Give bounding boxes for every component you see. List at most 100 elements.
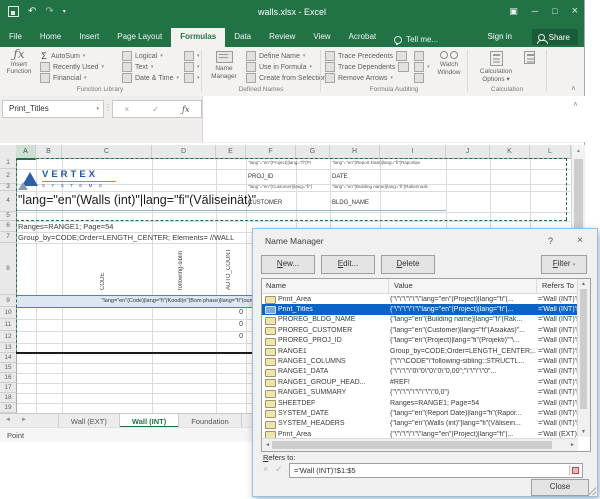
ribbon-tab-review[interactable]: Review: [260, 28, 304, 47]
row-header-14[interactable]: 14: [0, 353, 17, 363]
row-header-16[interactable]: 16: [0, 373, 17, 383]
expand-formula-bar-icon[interactable]: ∧: [573, 100, 578, 108]
row-header-13[interactable]: 13: [0, 343, 17, 353]
name-row-system-headers[interactable]: SYSTEM_HEADERS {"lang="en"(Walls (int)"|l…: [262, 419, 578, 429]
range-select-icon[interactable]: [569, 465, 581, 475]
sheet-next-icon[interactable]: ►: [16, 414, 32, 428]
row-header-15[interactable]: 15: [0, 363, 17, 373]
row-header-4[interactable]: 4: [0, 191, 17, 212]
lookup-reference-button[interactable]: ▾: [184, 51, 200, 61]
column-header-G[interactable]: G: [296, 145, 330, 159]
list-scroll-down-icon[interactable]: ▼: [578, 429, 589, 435]
cell-E11[interactable]: 0: [216, 321, 243, 328]
error-checking-button[interactable]: ▾: [414, 62, 430, 72]
ribbon-use-in-formula-button[interactable]: Use in Formula ▾: [246, 62, 327, 72]
select-all-corner[interactable]: [0, 145, 17, 159]
row-header-5[interactable]: 5: [0, 212, 17, 221]
edit-button[interactable]: Edit...: [321, 255, 375, 274]
sheet-tab-wall-int-[interactable]: Wall (INT): [119, 414, 180, 428]
column-header-F[interactable]: F: [246, 145, 296, 159]
list-scroll-up-icon[interactable]: ▲: [578, 281, 589, 287]
name-row-range1-group-head-[interactable]: RANGE1_GROUP_HEAD...#REF!='Wall (INT)'!#…: [262, 377, 578, 388]
row-header-6[interactable]: 6: [0, 221, 17, 232]
ribbon-tab-view[interactable]: View: [304, 28, 339, 47]
cell-A7[interactable]: Group_by=CODE;Order=LENGTH_CENTER; Eleme…: [18, 233, 234, 242]
cell-E10[interactable]: 0: [216, 309, 243, 316]
sheet-prev-icon[interactable]: ◄: [0, 414, 16, 428]
cancel-entry-icon[interactable]: ×: [125, 105, 130, 114]
column-header-H[interactable]: H: [330, 145, 380, 159]
refers-to-input[interactable]: ='Wall (INT)'!$1:$5: [289, 463, 583, 478]
row-header-8[interactable]: 8: [0, 243, 17, 295]
name-row-sheetdef[interactable]: SHEETDEF Ranges=RANGE1; Page=54 ='Wall (IN…: [262, 398, 578, 408]
cell-D8-vertical[interactable]: following-siblin: [178, 246, 184, 290]
ribbon-financial-button[interactable]: Financial ▾: [40, 73, 104, 83]
ribbon-tab-file[interactable]: File: [0, 28, 31, 47]
name-box[interactable]: Print_Titles ▾: [2, 100, 104, 118]
list-scroll-left-icon[interactable]: ◄: [265, 442, 270, 448]
formula-input[interactable]: [202, 96, 585, 142]
name-row-print-area[interactable]: Print_Area {"\"\"\"\"\"\"lang="en"(Projec…: [262, 294, 578, 304]
cell-F3[interactable]: "lang"="en"(Customer)|lang="fi"(: [248, 184, 329, 189]
name-row-range1[interactable]: RANGE1 Group_by=CODE;Order=LENGTH_CENTER;…: [262, 346, 578, 356]
filter-button[interactable]: Filter ▾: [541, 255, 587, 274]
name-row-range1-summary[interactable]: RANGE1_SUMMARY {"\"\"\"\"\"\"\"\"\"0,0"} =…: [262, 388, 578, 398]
row-header-2[interactable]: 2: [0, 169, 17, 184]
evaluate-formula-button[interactable]: [414, 73, 430, 83]
ribbon-tab-insert[interactable]: Insert: [70, 28, 108, 47]
ribbon-tab-page-layout[interactable]: Page Layout: [108, 28, 171, 47]
row-header-17[interactable]: 17: [0, 383, 17, 393]
dialog-title-bar[interactable]: Name Manager: [253, 229, 597, 251]
column-header-D[interactable]: D: [152, 145, 216, 159]
show-formulas-button[interactable]: [414, 51, 430, 61]
row-header-19[interactable]: 19: [0, 403, 17, 413]
more-functions-button[interactable]: ▾: [184, 73, 200, 83]
row-header-10[interactable]: 10: [0, 307, 17, 319]
column-header-L[interactable]: L: [530, 145, 571, 159]
ribbon-create-from-selection-button[interactable]: Create from Selection: [246, 73, 327, 83]
column-value[interactable]: Value: [394, 281, 413, 290]
ribbon-date-time-button[interactable]: Date & Time ▾: [122, 73, 179, 83]
tell-me-box[interactable]: Tell me...: [385, 28, 447, 47]
row-header-1[interactable]: 1: [0, 158, 17, 169]
ribbon-tab-data[interactable]: Data: [225, 28, 260, 47]
column-header-K[interactable]: K: [490, 145, 530, 159]
ribbon-remove-arrows-button[interactable]: Remove Arrows ▾: [325, 73, 409, 83]
column-refers-to[interactable]: Refers To: [542, 281, 574, 290]
cell-F4[interactable]: CUSTOMER: [248, 200, 282, 206]
name-row-proreg-customer[interactable]: PROREG_CUSTOMER {"lang="en"(Customer)|lan…: [262, 325, 578, 336]
cell-E8-vertical[interactable]: AUTO_COUNT: [226, 246, 232, 290]
name-row-system-date[interactable]: SYSTEM_DATE {"lang="en"(Report Date)|lang…: [262, 408, 578, 419]
list-vertical-scrollbar[interactable]: ▲ ▼: [577, 279, 590, 437]
ribbon-text-button[interactable]: Text ▾: [122, 62, 179, 72]
cell-A6[interactable]: Ranges=RANGE1; Page=54: [18, 222, 113, 231]
row-header-18[interactable]: 18: [0, 393, 17, 403]
collapse-ribbon-icon[interactable]: ∧: [571, 84, 576, 92]
column-header-J[interactable]: J: [446, 145, 490, 159]
insert-function-icon[interactable]: ƒx: [182, 105, 189, 114]
sheet-tab-foundation[interactable]: Foundation: [179, 414, 242, 428]
cell-H3[interactable]: "lang"="en"(Building name)|lang="fi"(Rak…: [332, 184, 446, 189]
list-hscrollbar-thumb[interactable]: [272, 441, 552, 449]
ribbon-autosum-button[interactable]: Σ AutoSum ▾: [40, 51, 104, 61]
close-button[interactable]: Close: [531, 479, 589, 496]
column-header-I[interactable]: I: [380, 145, 446, 159]
ribbon-trace-dependents-button[interactable]: Trace Dependents: [325, 62, 410, 72]
delete-button[interactable]: Delete: [381, 255, 435, 274]
column-header-E[interactable]: E: [216, 145, 246, 159]
dialog-resize-grip[interactable]: [588, 487, 596, 495]
ribbon-tab-home[interactable]: Home: [31, 28, 70, 47]
minimize-icon[interactable]: ─: [532, 6, 538, 16]
list-horizontal-scrollbar[interactable]: ◄ ►: [262, 438, 578, 451]
row-header-9[interactable]: 9: [0, 295, 17, 307]
maximize-icon[interactable]: □: [552, 6, 557, 16]
column-header-B[interactable]: B: [36, 145, 62, 159]
close-icon[interactable]: ×: [572, 5, 578, 17]
scroll-up-icon[interactable]: ▲: [572, 148, 585, 154]
name-row-proreg-bldg-name[interactable]: PROREG_BLDG_NAME {"lang="en"(Building nam…: [262, 315, 578, 325]
row-header-7[interactable]: 7: [0, 232, 17, 243]
ribbon-define-name-button[interactable]: Define Name ▾: [246, 51, 327, 61]
dialog-help-icon[interactable]: ?: [548, 236, 553, 246]
name-row-range1-data[interactable]: RANGE1_DATA {"\"\"\"\"0\"0\"0\"0\"0,00";"…: [262, 367, 578, 377]
list-scroll-right-icon[interactable]: ►: [570, 442, 575, 448]
